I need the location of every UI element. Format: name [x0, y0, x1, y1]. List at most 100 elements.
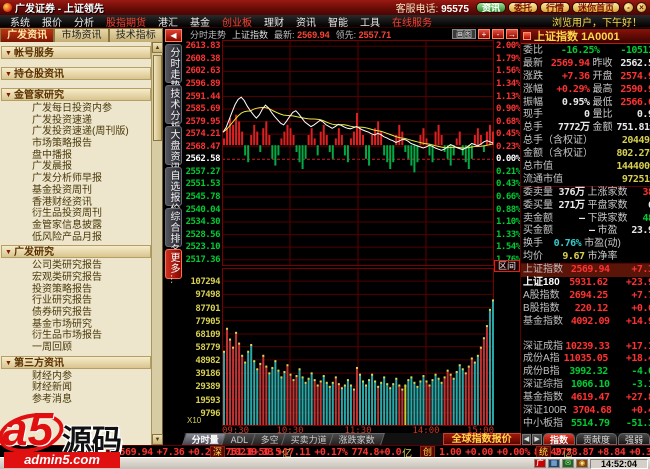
scrollbar-thumb[interactable] — [153, 55, 162, 141]
sidebar-item-一周回顾[interactable]: 一周回顾 — [0, 342, 152, 354]
menu-item-分析[interactable]: 分析 — [68, 14, 100, 29]
sidebar-section-帐号服务[interactable]: ▼ 帐号服务 — [1, 46, 151, 59]
chart-tab-label: 涨跌家数 — [338, 435, 375, 445]
close-icon[interactable]: × — [636, 2, 647, 13]
sidebar-item-公司类研究报告[interactable]: 公司类研究报告 — [0, 260, 152, 272]
sidebar-section-广发研究[interactable]: ▼ 广发研究 — [1, 245, 151, 259]
sidebar-item-盘中播报[interactable]: 盘中播报 — [0, 150, 152, 162]
titlebar-button-迷你首页[interactable]: 迷你首页 — [571, 2, 620, 13]
volume-chart[interactable] — [222, 268, 494, 426]
titlebar-button-资讯[interactable]: 资讯 — [475, 2, 506, 13]
panel-tab-指数[interactable]: 指数 — [542, 433, 575, 445]
field-label: 开盘 — [592, 70, 613, 82]
sidebar-item-基金市场研究[interactable]: 基金市场研究 — [0, 319, 152, 331]
menu-item-创业板[interactable]: 创业板 — [216, 14, 258, 29]
index-row-基金指数[interactable]: 基金指数 4092.09 +14.92 — [521, 316, 650, 329]
index-row-深证成指[interactable]: 深证成指10239.33 +17.11 — [521, 341, 650, 354]
panel-next-icon[interactable]: ▶ — [532, 434, 542, 445]
gf-logo-icon[interactable]: 广 — [534, 459, 546, 468]
sidebar-section-第三方资讯[interactable]: ▼ 第三方资讯 — [1, 355, 151, 369]
sidebar-section-金管家研究[interactable]: ▼ 金管家研究 — [1, 88, 151, 101]
index-icon — [523, 32, 531, 40]
sidebar-item-广发晨报[interactable]: 广发晨报 — [0, 161, 152, 173]
index-row-上证180[interactable]: 上证180 5931.62 +23.94 — [521, 277, 650, 290]
titlebar-button-委托[interactable]: 委托 — [507, 2, 538, 13]
menu-item-工具[interactable]: 工具 — [354, 14, 386, 29]
triangle-down-icon: ▼ — [5, 71, 12, 78]
scroll-down-icon[interactable]: ▼ — [152, 434, 163, 445]
sidebar-item-广发分析师早报[interactable]: 广发分析师早报 — [0, 173, 152, 185]
sidebar-item-投资策略报告[interactable]: 投资策略报告 — [0, 284, 152, 296]
index-row-A股指数[interactable]: A股指数 2694.25 +7.72 — [521, 290, 650, 303]
sidebar-item-市场策略报告[interactable]: 市场策略报告 — [0, 138, 152, 150]
sidebar-item-广发投资速递(周刊版)[interactable]: 广发投资速递(周刊版) — [0, 126, 152, 138]
scroll-up-icon[interactable]: ▲ — [152, 42, 163, 53]
index-change: -51.32 — [625, 417, 650, 429]
vertical-tab-分时走势[interactable]: 分时走势 — [165, 44, 182, 91]
vertical-tab-more[interactable]: 更多… — [165, 249, 182, 285]
sidebar-tab-市场资讯[interactable]: 市场资讯 — [54, 28, 109, 42]
panel-prev-icon[interactable]: ◀ — [521, 434, 532, 445]
quote-screen-icon[interactable]: ▦ — [548, 459, 560, 468]
vertical-tab-自选报价[interactable]: 自选报价 — [165, 167, 182, 214]
sidebar-item-行业研究报告[interactable]: 行业研究报告 — [0, 295, 152, 307]
vertical-tab-大盘资讯[interactable]: 大盘资讯 — [165, 126, 182, 173]
sidebar-item-基金投资周刊[interactable]: 基金投资周刊 — [0, 185, 152, 197]
titlebar-button-行情[interactable]: 行情 — [539, 2, 570, 13]
field-value: +7.36 — [561, 70, 590, 82]
global-index-quote-tab[interactable]: 全球指数报价 — [442, 433, 521, 445]
vertical-tab-综合排名[interactable]: 综合排名 — [165, 208, 182, 255]
index-row-中小板指[interactable]: 中小板指 5514.79 -51.32 — [521, 418, 650, 431]
sidebar-item-衍生品投资周刊[interactable]: 衍生品投资周刊 — [0, 208, 152, 220]
sidebar-item-财经新闻[interactable]: 财经新闻 — [0, 382, 152, 394]
sidebar-item-参考消息[interactable]: 参考消息 — [0, 394, 152, 406]
range-button[interactable]: 区间 — [494, 260, 520, 272]
sidebar-tab-技术指标[interactable]: 技术指标 — [108, 28, 163, 42]
pct-tick: 0.23% — [496, 141, 521, 152]
index-row-B股指数[interactable]: B股指数 220.12 +0.66 — [521, 303, 650, 316]
index-row-成份B指[interactable]: 成份B指 3992.32 -4.05 — [521, 366, 650, 379]
quote-row: 涨跌 +7.36开盘 2574.91 — [521, 71, 650, 84]
collapse-sidebar-button[interactable]: ◀ — [165, 29, 182, 42]
sidebar-item-宏观类研究报告[interactable]: 宏观类研究报告 — [0, 272, 152, 284]
sidebar-item-低风险产品月报[interactable]: 低风险产品月报 — [0, 232, 152, 244]
index-row-上证指数[interactable]: 上证指数 2569.94 +7.36 — [521, 264, 650, 278]
sidebar-item-金管家信息披露[interactable]: 金管家信息披露 — [0, 220, 152, 232]
sidebar-item-广发投资速递[interactable]: 广发投资速递 — [0, 115, 152, 127]
menu-item-报价[interactable]: 报价 — [36, 14, 68, 29]
index-row-深证100R[interactable]: 深证100R 3704.68 +0.44 — [521, 405, 650, 418]
menu-item-港汇[interactable]: 港汇 — [152, 14, 184, 29]
sidebar-item-衍生品市场报告[interactable]: 衍生品市场报告 — [0, 330, 152, 342]
menu-item-系统[interactable]: 系统 — [4, 14, 36, 29]
menu-item-智能[interactable]: 智能 — [322, 14, 354, 29]
index-row-基金指数[interactable]: 基金指数 4619.47 +27.84 — [521, 392, 650, 405]
draw-tool-button[interactable]: 画图 — [452, 29, 476, 39]
forward-icon[interactable]: → — [506, 29, 518, 39]
minimize-icon[interactable]: - — [623, 2, 634, 13]
message-icon[interactable]: ✉ — [562, 459, 574, 468]
index-row-深证综指[interactable]: 深证综指 1066.10 -3.12 — [521, 379, 650, 392]
menu-item-在线服务[interactable]: 在线服务 — [386, 14, 438, 29]
menu-item-基金[interactable]: 基金 — [184, 14, 216, 29]
sidebar-item-广发每日投资内参[interactable]: 广发每日投资内参 — [0, 103, 152, 115]
zoom-out-icon[interactable]: - — [492, 29, 504, 39]
sidebar-tab-广发资讯[interactable]: 广发资讯 — [0, 28, 55, 42]
sidebar-item-财经内参[interactable]: 财经内参 — [0, 371, 152, 383]
panel-tab-强弱[interactable]: 强弱 — [617, 433, 650, 445]
index-row-成份A指[interactable]: 成份A指11035.05 +18.44 — [521, 353, 650, 366]
vertical-tab-技术分析[interactable]: 技术分析 — [165, 85, 182, 132]
menu-item-理财[interactable]: 理财 — [258, 14, 290, 29]
sidebar-item-债券研究报告[interactable]: 债券研究报告 — [0, 307, 152, 319]
menu-item-资讯[interactable]: 资讯 — [290, 14, 322, 29]
price-chart[interactable] — [222, 40, 494, 266]
chart-tab-买卖力道[interactable]: 买卖力道 — [280, 433, 337, 445]
sidebar-scrollbar[interactable]: ▲ ▼ — [151, 42, 163, 445]
zoom-in-icon[interactable]: + — [478, 29, 490, 39]
chart-tab-涨跌家数[interactable]: 涨跌家数 — [328, 433, 385, 445]
panel-tab-贡献度[interactable]: 贡献度 — [575, 433, 617, 445]
field-value: 2574.91 — [620, 70, 650, 82]
sidebar-section-持仓股资讯[interactable]: ▼ 持仓股资讯 — [1, 67, 151, 80]
connection-icon[interactable]: ◉ — [576, 459, 588, 468]
menu-item-股指期货[interactable]: 股指期货 — [100, 14, 152, 29]
sidebar-item-香港财经资讯[interactable]: 香港财经资讯 — [0, 197, 152, 209]
